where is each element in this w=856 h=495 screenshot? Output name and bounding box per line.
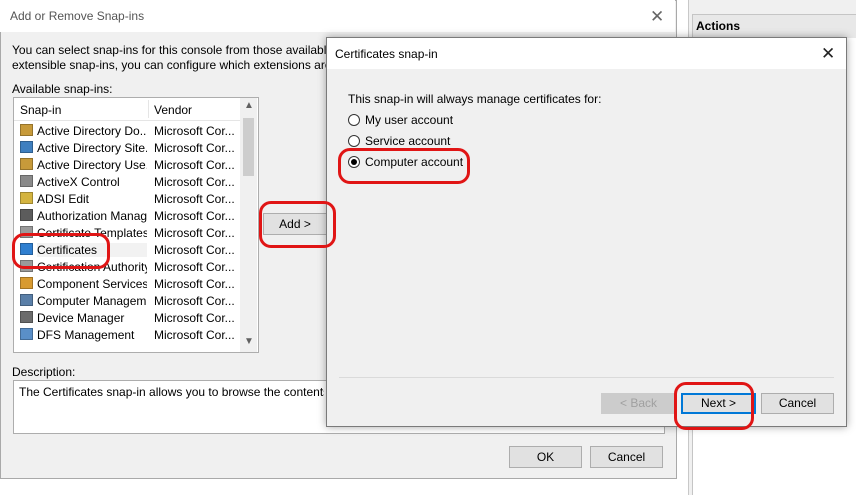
activex-icon	[20, 175, 33, 187]
snapin-vendor: Microsoft Cor...	[154, 209, 235, 223]
snapin-row[interactable]: Active Directory Use... Microsoft Cor...	[14, 156, 240, 173]
snapin-row[interactable]: Computer Managem Microsoft Cor...	[14, 292, 240, 309]
snapin-vendor: Microsoft Cor...	[154, 294, 235, 308]
snapin-vendor: Microsoft Cor...	[154, 260, 235, 274]
main-dialog-title: Add or Remove Snap-ins	[10, 9, 145, 23]
component-services-icon	[20, 277, 33, 289]
snapin-row[interactable]: Authorization Manager Microsoft Cor...	[14, 207, 240, 224]
annotation-next-button	[674, 382, 754, 430]
snapin-name: Component Services	[37, 277, 147, 291]
snapin-vendor: Microsoft Cor...	[154, 311, 235, 325]
annotation-certificates	[12, 233, 110, 269]
snapin-name: Computer Managem	[37, 294, 147, 308]
cert-dialog-titlebar: Certificates snap-in ✕	[327, 38, 846, 69]
snapin-name: DFS Management	[37, 328, 135, 342]
cert-dialog-title: Certificates snap-in	[335, 47, 438, 61]
column-header-vendor[interactable]: Vendor	[154, 103, 192, 117]
list-header: Snap-in Vendor	[14, 98, 240, 121]
snapin-name: Active Directory Use...	[37, 158, 147, 172]
radio-button[interactable]	[348, 135, 360, 147]
snapin-vendor: Microsoft Cor...	[154, 175, 235, 189]
description-label: Description:	[12, 365, 76, 379]
scroll-thumb[interactable]	[243, 118, 254, 176]
available-snapins-label: Available snap-ins:	[12, 82, 113, 96]
cert-message: This snap-in will always manage certific…	[348, 92, 602, 106]
snapin-name: ADSI Edit	[37, 192, 90, 206]
description-text: The Certificates snap-in allows you to b…	[19, 385, 324, 399]
back-button[interactable]: < Back	[601, 393, 676, 414]
snapin-row[interactable]: Component Services Microsoft Cor...	[14, 275, 240, 292]
cert-dialog-separator	[339, 377, 834, 378]
snapin-vendor: Microsoft Cor...	[154, 328, 235, 342]
dfs-management-icon	[20, 328, 33, 340]
device-manager-icon	[20, 311, 33, 323]
snapin-row[interactable]: Active Directory Do... Microsoft Cor...	[14, 122, 240, 139]
annotation-computer-account	[338, 148, 470, 184]
snapin-name: Active Directory Do...	[37, 124, 147, 138]
snapin-vendor: Microsoft Cor...	[154, 243, 235, 257]
scroll-up-icon[interactable]: ▲	[244, 100, 254, 111]
cert-dialog-close-icon[interactable]: ✕	[821, 44, 835, 64]
snapin-row[interactable]: Active Directory Site... Microsoft Cor...	[14, 139, 240, 156]
main-dialog-close-icon[interactable]: ✕	[650, 7, 664, 27]
directory-sites-icon	[20, 141, 33, 153]
scroll-down-icon[interactable]: ▼	[244, 336, 254, 347]
snapin-name: Authorization Manager	[37, 209, 147, 223]
snapin-vendor: Microsoft Cor...	[154, 124, 235, 138]
annotation-add-button	[259, 201, 336, 248]
column-separator[interactable]	[148, 100, 149, 118]
actions-title: Actions	[696, 19, 741, 33]
column-header-snapin[interactable]: Snap-in	[20, 103, 61, 117]
adsi-edit-icon	[20, 192, 33, 204]
snapin-name: Active Directory Site...	[37, 141, 147, 155]
list-scrollbar[interactable]: ▲ ▼	[240, 98, 257, 352]
cert-cancel-button[interactable]: Cancel	[761, 393, 834, 414]
available-snapins-list[interactable]: Snap-in Vendor Active Directory Do... Mic…	[13, 97, 259, 353]
intro-text: You can select snap-ins for this console…	[12, 43, 332, 72]
snapin-vendor: Microsoft Cor...	[154, 141, 235, 155]
authorization-icon	[20, 209, 33, 221]
directory-icon	[20, 124, 33, 136]
main-cancel-button[interactable]: Cancel	[590, 446, 663, 468]
snapin-name: ActiveX Control	[37, 175, 120, 189]
snapin-row[interactable]: ADSI Edit Microsoft Cor...	[14, 190, 240, 207]
radio-button[interactable]	[348, 114, 360, 126]
snapin-name: Device Manager	[37, 311, 125, 325]
snapin-row[interactable]: DFS Management Microsoft Cor...	[14, 326, 240, 343]
snapin-vendor: Microsoft Cor...	[154, 192, 235, 206]
computer-management-icon	[20, 294, 33, 306]
directory-users-icon	[20, 158, 33, 170]
snapin-vendor: Microsoft Cor...	[154, 158, 235, 172]
ok-button[interactable]: OK	[509, 446, 582, 468]
snapin-vendor: Microsoft Cor...	[154, 226, 235, 240]
snapin-vendor: Microsoft Cor...	[154, 277, 235, 291]
certificates-snapin-dialog: Certificates snap-in ✕ This snap-in will…	[326, 37, 847, 427]
radio-label[interactable]: My user account	[365, 113, 453, 127]
snapin-row[interactable]: ActiveX Control Microsoft Cor...	[14, 173, 240, 190]
snapin-row[interactable]: Device Manager Microsoft Cor...	[14, 309, 240, 326]
radio-label[interactable]: Service account	[365, 134, 450, 148]
